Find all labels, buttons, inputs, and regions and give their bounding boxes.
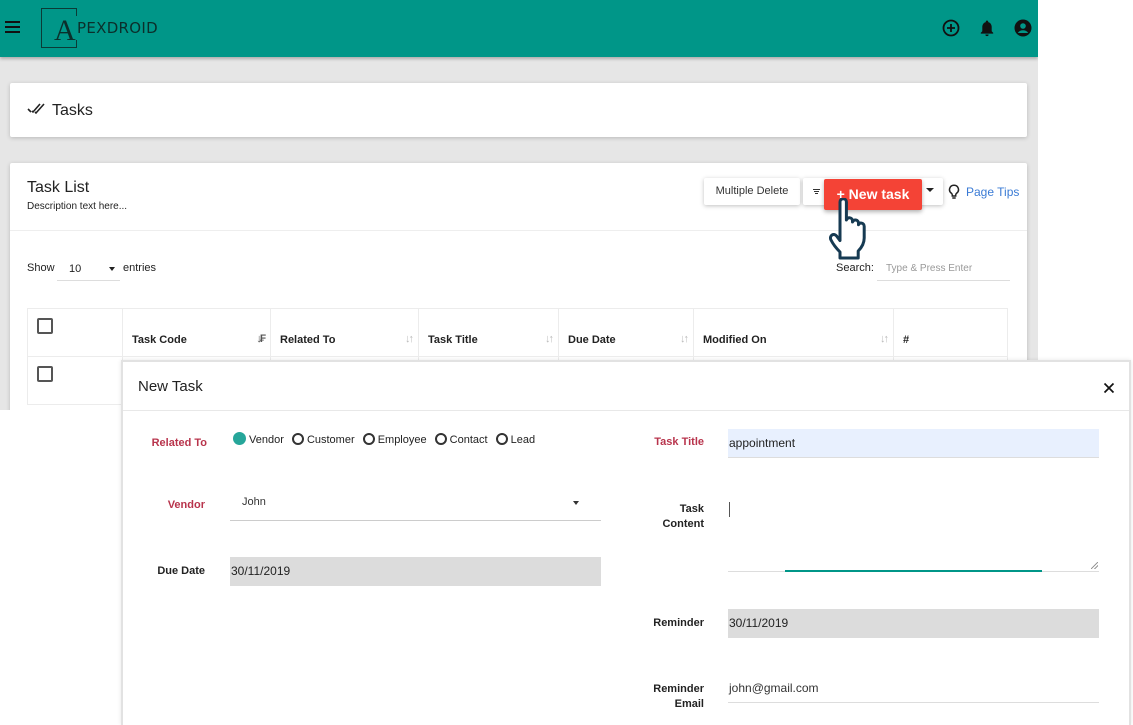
- top-navbar: A PEXDROID: [0, 0, 1038, 57]
- due-date-field[interactable]: 30/11/2019: [230, 557, 601, 586]
- radio-customer[interactable]: Customer: [291, 433, 355, 446]
- close-icon[interactable]: [1103, 381, 1115, 394]
- account-icon[interactable]: [1014, 19, 1034, 39]
- show-label: Show: [27, 262, 55, 274]
- resize-handle-icon[interactable]: [1091, 562, 1098, 569]
- entries-value: 10: [69, 263, 82, 275]
- app-background: A PEXDROID Tasks Task List Description t…: [0, 0, 1038, 410]
- logo-initial: A: [54, 14, 76, 47]
- column-label: Modified On: [703, 333, 767, 346]
- sort-icon[interactable]: ↓↑: [880, 333, 889, 345]
- caret-down-icon: [573, 501, 579, 505]
- related-to-radio-group: Vendor Customer Employee Contact Lead: [233, 432, 540, 446]
- entries-select[interactable]: 10: [57, 256, 120, 281]
- task-list-title: Task List: [27, 179, 90, 196]
- label-line: Email: [674, 698, 704, 710]
- column-header-due-date[interactable]: Due Date ↓↑: [558, 308, 694, 357]
- search-label: Search:: [836, 262, 874, 274]
- reminder-label: Reminder: [653, 617, 704, 629]
- page-tips-label: Page Tips: [966, 185, 1020, 199]
- reminder-date-field[interactable]: 30/11/2019: [728, 609, 1099, 638]
- radio-unchecked-icon: [291, 433, 304, 445]
- column-label: Due Date: [568, 333, 616, 346]
- select-all-header: [27, 308, 123, 357]
- vendor-label: Vendor: [167, 499, 205, 511]
- radio-employee[interactable]: Employee: [362, 433, 427, 446]
- column-label: #: [903, 333, 910, 346]
- column-header-task-title[interactable]: Task Title ↓↑: [418, 308, 559, 357]
- double-check-icon: [27, 102, 47, 120]
- sort-icon[interactable]: ↓↑: [405, 333, 414, 345]
- task-content-textarea[interactable]: [728, 497, 1099, 572]
- radio-lead[interactable]: Lead: [495, 433, 536, 446]
- column-label: Task Code: [132, 333, 187, 346]
- reminder-email-field[interactable]: john@gmail.com: [728, 674, 1099, 703]
- radio-unchecked-icon: [434, 433, 447, 445]
- column-header-modified-on[interactable]: Modified On ↓↑: [693, 308, 894, 357]
- new-task-modal: New Task Related To Vendor Customer Empl…: [121, 360, 1131, 725]
- radio-unchecked-icon: [362, 433, 375, 445]
- bell-icon[interactable]: [979, 19, 999, 39]
- logo-text: PEXDROID: [77, 19, 158, 37]
- radio-label: Employee: [377, 434, 427, 446]
- radio-label: Customer: [306, 434, 355, 446]
- entries-label: entries: [123, 262, 157, 274]
- label-line: Content: [662, 518, 704, 530]
- task-list-description: Description text here...: [27, 201, 128, 212]
- divider: [10, 230, 1027, 231]
- modal-title: New Task: [138, 378, 203, 395]
- column-label: Related To: [280, 333, 336, 346]
- label-line: Task: [679, 503, 704, 515]
- table-header-row: Task Code ↓₣ Related To ↓↑ Task Title ↓↑ Du…: [27, 308, 1008, 357]
- radio-contact[interactable]: Contact: [434, 433, 488, 446]
- column-header-related-to[interactable]: Related To ↓↑: [270, 308, 419, 357]
- radio-label: Vendor: [249, 434, 284, 446]
- task-content-label: Task Content: [624, 502, 704, 532]
- sort-icon[interactable]: ↓↑: [545, 333, 554, 345]
- radio-vendor[interactable]: Vendor: [233, 432, 284, 446]
- new-task-dropdown-caret-icon[interactable]: [926, 188, 934, 192]
- column-label: Task Title: [428, 333, 478, 346]
- radio-unchecked-icon: [495, 433, 508, 445]
- radio-checked-icon: [233, 432, 246, 445]
- row-checkbox[interactable]: [37, 366, 53, 382]
- menu-icon[interactable]: [5, 21, 20, 34]
- task-title-field[interactable]: appointment: [728, 429, 1099, 458]
- multiple-delete-button[interactable]: Multiple Delete: [704, 178, 800, 205]
- label-line: Reminder: [653, 683, 704, 695]
- reminder-email-label: Reminder Email: [624, 682, 704, 712]
- vendor-select[interactable]: John: [230, 486, 601, 521]
- add-circle-icon[interactable]: [942, 19, 962, 39]
- sort-icon[interactable]: ↓↑: [680, 333, 689, 345]
- focus-underline: [785, 570, 1042, 572]
- caret-down-icon: [109, 267, 115, 271]
- row-select-cell: [27, 356, 123, 405]
- divider: [123, 410, 1129, 411]
- vendor-select-value: John: [242, 496, 266, 508]
- select-all-checkbox[interactable]: [37, 318, 53, 334]
- related-to-label: Related To: [151, 437, 207, 449]
- text-cursor: [729, 502, 730, 517]
- column-header-actions: #: [893, 308, 1008, 357]
- page-title: Tasks: [52, 102, 93, 119]
- due-date-label: Due Date: [157, 565, 205, 577]
- sort-desc-icon[interactable]: ↓₣: [256, 333, 266, 345]
- column-header-task-code[interactable]: Task Code ↓₣: [122, 308, 271, 357]
- radio-label: Contact: [449, 434, 488, 446]
- new-task-button[interactable]: + New task: [824, 179, 922, 210]
- page-header-card: Tasks: [10, 83, 1027, 137]
- lightbulb-icon: [948, 184, 960, 200]
- filter-icon: [813, 189, 820, 195]
- radio-label: Lead: [510, 434, 536, 446]
- task-title-label: Task Title: [654, 436, 704, 448]
- search-input[interactable]: [877, 256, 1010, 281]
